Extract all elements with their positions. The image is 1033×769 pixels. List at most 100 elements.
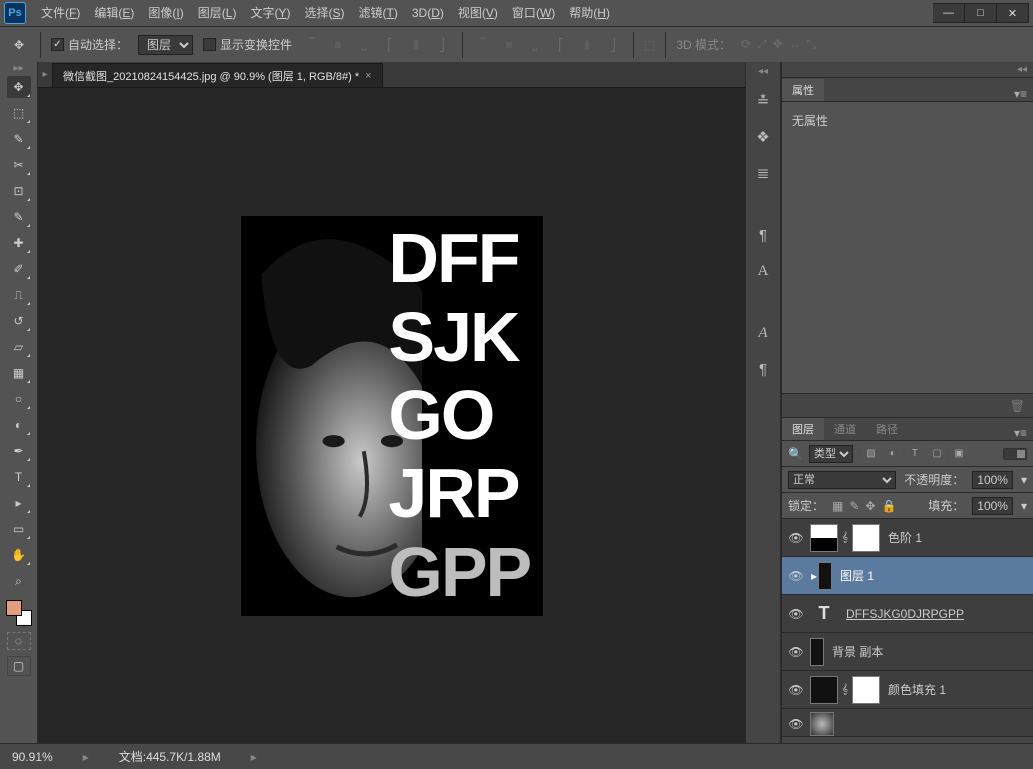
- layer-row[interactable]: 👁 背景 副本: [782, 633, 1033, 671]
- strip-collapse-icon[interactable]: ◂◂: [758, 66, 768, 77]
- dodge-tool[interactable]: ◐: [7, 414, 31, 436]
- slide-3d-icon[interactable]: ↔: [789, 37, 801, 52]
- filter-adjust-icon[interactable]: ◐: [885, 446, 901, 462]
- menu-view[interactable]: 视图(V): [451, 0, 505, 26]
- menu-layer[interactable]: 图层(L): [191, 0, 244, 26]
- layer-thumb[interactable]: [810, 638, 824, 666]
- adjustments-panel-icon[interactable]: ≛: [751, 89, 775, 113]
- status-menu-icon[interactable]: ▸: [251, 750, 257, 764]
- auto-select-checkbox[interactable]: 自动选择：: [51, 36, 128, 53]
- filter-pixel-icon[interactable]: ▧: [863, 446, 879, 462]
- glyphs-panel-icon[interactable]: A: [751, 321, 775, 345]
- align-bottom-icon[interactable]: ⎵: [354, 35, 374, 55]
- align-hcenter-icon[interactable]: ‖: [406, 35, 426, 55]
- tab-properties[interactable]: 属性: [782, 79, 824, 101]
- paragraph2-panel-icon[interactable]: ¶: [751, 357, 775, 381]
- crop-tool[interactable]: ⊡: [7, 180, 31, 202]
- stamp-tool[interactable]: ⎍: [7, 284, 31, 306]
- blend-mode-select[interactable]: 正常: [788, 471, 896, 489]
- layers-panel-icon[interactable]: ≣: [751, 161, 775, 185]
- fill-value[interactable]: 100%: [972, 497, 1013, 515]
- mask-thumb[interactable]: [852, 676, 880, 704]
- zoom-readout[interactable]: 90.91%: [12, 750, 53, 764]
- canvas-viewport[interactable]: DFF SJK GO JRP GPP: [38, 88, 745, 743]
- layer-thumb[interactable]: [810, 524, 838, 552]
- layer-thumb[interactable]: [818, 562, 832, 590]
- filter-smart-icon[interactable]: ▣: [951, 446, 967, 462]
- filter-type-icon[interactable]: T: [907, 446, 923, 462]
- menu-file[interactable]: 文件(F): [34, 0, 87, 26]
- menu-help[interactable]: 帮助(H): [562, 0, 617, 26]
- layer-thumb[interactable]: [810, 676, 838, 704]
- layer-row[interactable]: 👁 𝄞 色阶 1: [782, 519, 1033, 557]
- marquee-tool[interactable]: ⬚: [7, 102, 31, 124]
- shape-tool[interactable]: ▭: [7, 518, 31, 540]
- pen-tool[interactable]: ✒: [7, 440, 31, 462]
- lock-all-icon[interactable]: 🔒: [881, 499, 896, 513]
- layer-row[interactable]: 👁 ▸ 图层 1: [782, 557, 1033, 595]
- eraser-tool[interactable]: ▱: [7, 336, 31, 358]
- mask-thumb[interactable]: [852, 524, 880, 552]
- quick-mask-button[interactable]: ◌: [7, 632, 31, 650]
- distribute-hcenter-icon[interactable]: ‖: [577, 35, 597, 55]
- filter-toggle[interactable]: [1003, 448, 1027, 460]
- menu-filter[interactable]: 滤镜(T): [352, 0, 405, 26]
- filter-shape-icon[interactable]: ▢: [929, 446, 945, 462]
- expand-icon[interactable]: ▸: [83, 750, 89, 764]
- window-max-button[interactable]: □: [965, 3, 997, 23]
- layers-panel-menu-icon[interactable]: ▾≡: [1008, 426, 1033, 440]
- window-close-button[interactable]: ✕: [997, 3, 1029, 23]
- lock-pixels-icon[interactable]: ✎: [849, 499, 859, 513]
- properties-panel-menu-icon[interactable]: ▾≡: [1008, 87, 1033, 101]
- zoom-tool[interactable]: ⌕: [7, 570, 31, 592]
- roll-3d-icon[interactable]: ⤢: [757, 37, 767, 52]
- window-min-button[interactable]: —: [933, 3, 965, 23]
- close-tab-icon[interactable]: ×: [365, 70, 371, 82]
- layer-row[interactable]: 👁 T DFFSJKG0DJRPGPP: [782, 595, 1033, 633]
- align-vcenter-icon[interactable]: ≡: [328, 35, 348, 55]
- search-icon[interactable]: 🔍: [788, 447, 803, 461]
- rightcol-collapse-icon[interactable]: ◂◂: [782, 62, 1033, 77]
- menu-select[interactable]: 选择(S): [297, 0, 351, 26]
- gradient-tool[interactable]: ▦: [7, 362, 31, 384]
- document-tab[interactable]: 微信截图_20210824154425.jpg @ 90.9% (图层 1, R…: [52, 63, 383, 87]
- quick-select-tool[interactable]: ✂: [7, 154, 31, 176]
- show-transform-checkbox[interactable]: 显示变换控件: [203, 36, 292, 53]
- move-tool[interactable]: ✥: [7, 76, 31, 98]
- pan-3d-icon[interactable]: ✥: [773, 37, 783, 52]
- history-brush-tool[interactable]: ↺: [7, 310, 31, 332]
- tabbar-collapse-icon[interactable]: ▸: [38, 69, 52, 80]
- visibility-icon[interactable]: 👁: [782, 683, 810, 697]
- trash-icon[interactable]: 🗑: [1010, 399, 1025, 413]
- distribute-right-icon[interactable]: ⎦: [603, 35, 623, 55]
- menu-window[interactable]: 窗口(W): [505, 0, 562, 26]
- paragraph-panel-icon[interactable]: A: [751, 259, 775, 283]
- hand-tool[interactable]: ✋: [7, 544, 31, 566]
- doc-size-readout[interactable]: 文档:445.7K/1.88M: [119, 748, 221, 765]
- path-select-tool[interactable]: ▸: [7, 492, 31, 514]
- layer-name[interactable]: 图层 1: [840, 567, 874, 584]
- color-swatches[interactable]: [6, 600, 32, 626]
- toolbox-collapse-icon[interactable]: ▸▸: [0, 64, 37, 74]
- layer-name[interactable]: 色阶 1: [888, 529, 922, 546]
- layer-row[interactable]: 👁: [782, 709, 1033, 736]
- character-panel-icon[interactable]: ¶: [751, 223, 775, 247]
- scale-3d-icon[interactable]: ⤡: [807, 37, 817, 52]
- visibility-icon[interactable]: 👁: [782, 717, 810, 731]
- visibility-icon[interactable]: 👁: [782, 531, 810, 545]
- layer-name[interactable]: 背景 副本: [832, 643, 883, 660]
- align-right-icon[interactable]: ⎦: [432, 35, 452, 55]
- layer-row[interactable]: 👁 𝄞 颜色填充 1: [782, 671, 1033, 709]
- screen-mode-button[interactable]: ▢: [7, 656, 31, 676]
- tool-preset-move-icon[interactable]: ✥: [8, 34, 30, 56]
- layer-name[interactable]: DFFSJKG0DJRPGPP: [846, 607, 964, 621]
- distribute-left-icon[interactable]: ⎡: [551, 35, 571, 55]
- brush-tool[interactable]: ✐: [7, 258, 31, 280]
- distribute-vcenter-icon[interactable]: ≡: [499, 35, 519, 55]
- distribute-top-icon[interactable]: ⎴: [473, 35, 493, 55]
- layer-name[interactable]: 颜色填充 1: [888, 681, 946, 698]
- menu-type[interactable]: 文字(Y): [243, 0, 297, 26]
- distribute-bottom-icon[interactable]: ⎵: [525, 35, 545, 55]
- tab-channels[interactable]: 通道: [824, 418, 866, 440]
- align-top-icon[interactable]: ⎴: [302, 35, 322, 55]
